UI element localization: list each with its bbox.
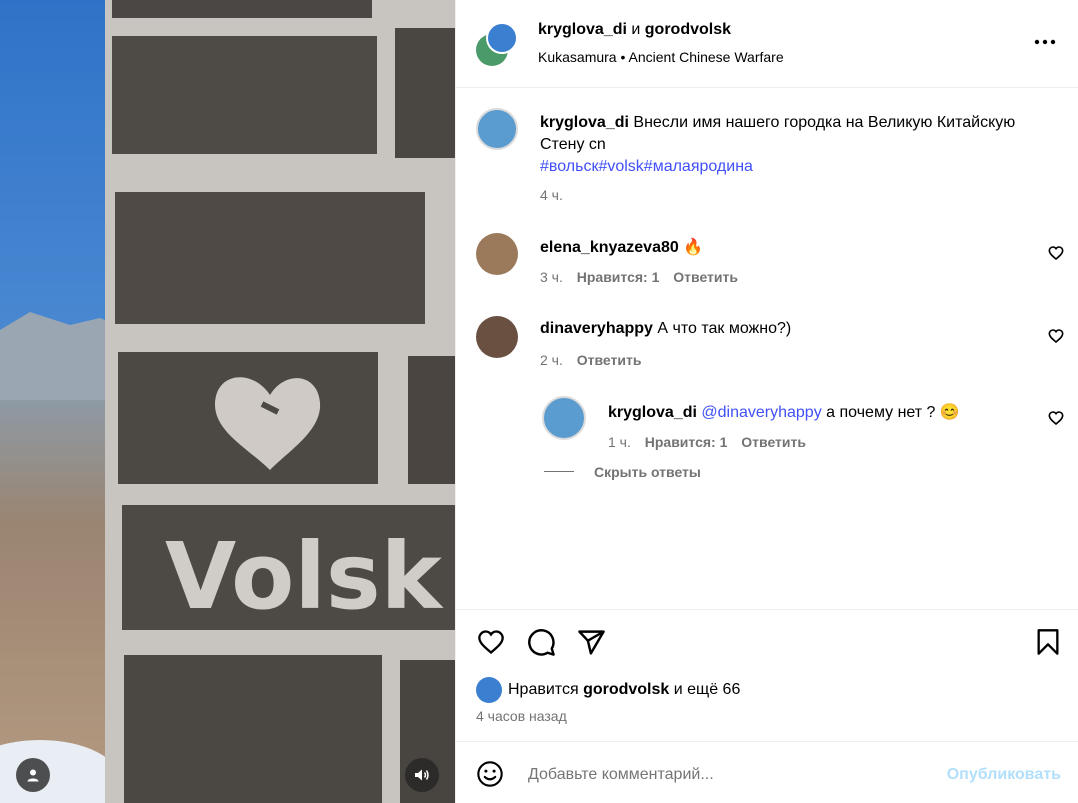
reply-button[interactable]: Ответить <box>673 269 738 285</box>
user-tag-icon <box>27 769 39 782</box>
save-icon[interactable] <box>1036 628 1060 656</box>
hide-replies-button[interactable]: Скрыть ответы <box>594 464 701 480</box>
reply-comment: kryglova_di @dinaveryhappy а почему нет … <box>608 402 960 422</box>
share-icon[interactable] <box>577 628 606 657</box>
comment-mention[interactable]: @dinaveryhappy <box>701 404 821 421</box>
comment-composer: Опубликовать <box>456 741 1078 803</box>
svg-text:Volsk: Volsk <box>165 523 444 630</box>
avatar[interactable] <box>476 316 518 358</box>
post-image: Volsk <box>0 0 455 803</box>
comment-username[interactable]: dinaveryhappy <box>540 320 653 337</box>
comment-time: 2 ч. <box>540 352 563 368</box>
comment-likes[interactable]: Нравится: 1 <box>577 269 660 285</box>
post-author[interactable]: kryglova_di <box>538 21 627 38</box>
post-time: 4 часов назад <box>476 708 567 724</box>
user-tags-button[interactable] <box>16 758 50 792</box>
comment-time: 3 ч. <box>540 269 563 285</box>
small-heart-icon[interactable] <box>1048 410 1064 426</box>
comment-input[interactable] <box>526 760 920 790</box>
caption-hashtags[interactable]: #вольск#volsk#малаяродина <box>540 158 753 175</box>
avatar[interactable] <box>476 233 518 275</box>
audio-artist[interactable]: Kukasamura <box>538 49 617 65</box>
hide-replies-line <box>544 471 574 472</box>
like-icon[interactable] <box>476 628 506 656</box>
caption-flag: cn <box>588 136 606 153</box>
speaker-icon <box>415 769 429 781</box>
likes-summary: Нравится gorodvolsk и ещё 66 <box>508 681 740 699</box>
audio-title[interactable]: Ancient Chinese Warfare <box>629 49 784 65</box>
avatar[interactable] <box>476 108 518 150</box>
audio-separator: • <box>620 49 626 65</box>
caption: kryglova_di Внесли имя нашего городка на… <box>540 112 1060 178</box>
post-header: kryglova_di и gorodvolsk Kukasamura • An… <box>456 0 1078 88</box>
emoji-icon[interactable] <box>476 760 504 788</box>
likes-suffix: и ещё 66 <box>673 681 741 698</box>
comment: dinaveryhappy А что так можно?) <box>540 320 791 338</box>
post-details-panel: kryglova_di и gorodvolsk Kukasamura • An… <box>455 0 1078 803</box>
comment-text: а почему нет ? 😊 <box>826 404 960 421</box>
more-options-icon[interactable] <box>1034 38 1056 46</box>
post-coauthor[interactable]: gorodvolsk <box>645 21 731 38</box>
comment-text: 🔥 <box>683 239 704 256</box>
comment: elena_knyazeva80 🔥 <box>540 237 703 257</box>
great-wall-photo: Volsk <box>0 0 455 803</box>
likes-user[interactable]: gorodvolsk <box>583 681 669 698</box>
comment-username[interactable]: elena_knyazeva80 <box>540 239 679 256</box>
comment-username[interactable]: kryglova_di <box>608 404 697 421</box>
likes-prefix: Нравится <box>508 681 579 698</box>
small-heart-icon[interactable] <box>1048 245 1064 261</box>
avatar[interactable] <box>486 22 518 54</box>
small-heart-icon[interactable] <box>1048 328 1064 344</box>
comment-text: А что так можно?) <box>657 320 792 337</box>
avatar[interactable] <box>542 396 586 440</box>
author-joiner: и <box>631 21 641 38</box>
publish-button[interactable]: Опубликовать <box>947 766 1061 784</box>
reply-button[interactable]: Ответить <box>741 434 806 450</box>
reply-button[interactable]: Ответить <box>577 352 642 368</box>
comment-icon[interactable] <box>527 628 556 657</box>
comment-time: 1 ч. <box>608 434 631 450</box>
audio-toggle-button[interactable] <box>405 758 439 792</box>
caption-username[interactable]: kryglova_di <box>540 114 629 131</box>
action-bar <box>456 609 1078 656</box>
caption-time: 4 ч. <box>540 187 563 203</box>
avatar[interactable] <box>476 677 502 703</box>
comment-likes[interactable]: Нравится: 1 <box>645 434 728 450</box>
